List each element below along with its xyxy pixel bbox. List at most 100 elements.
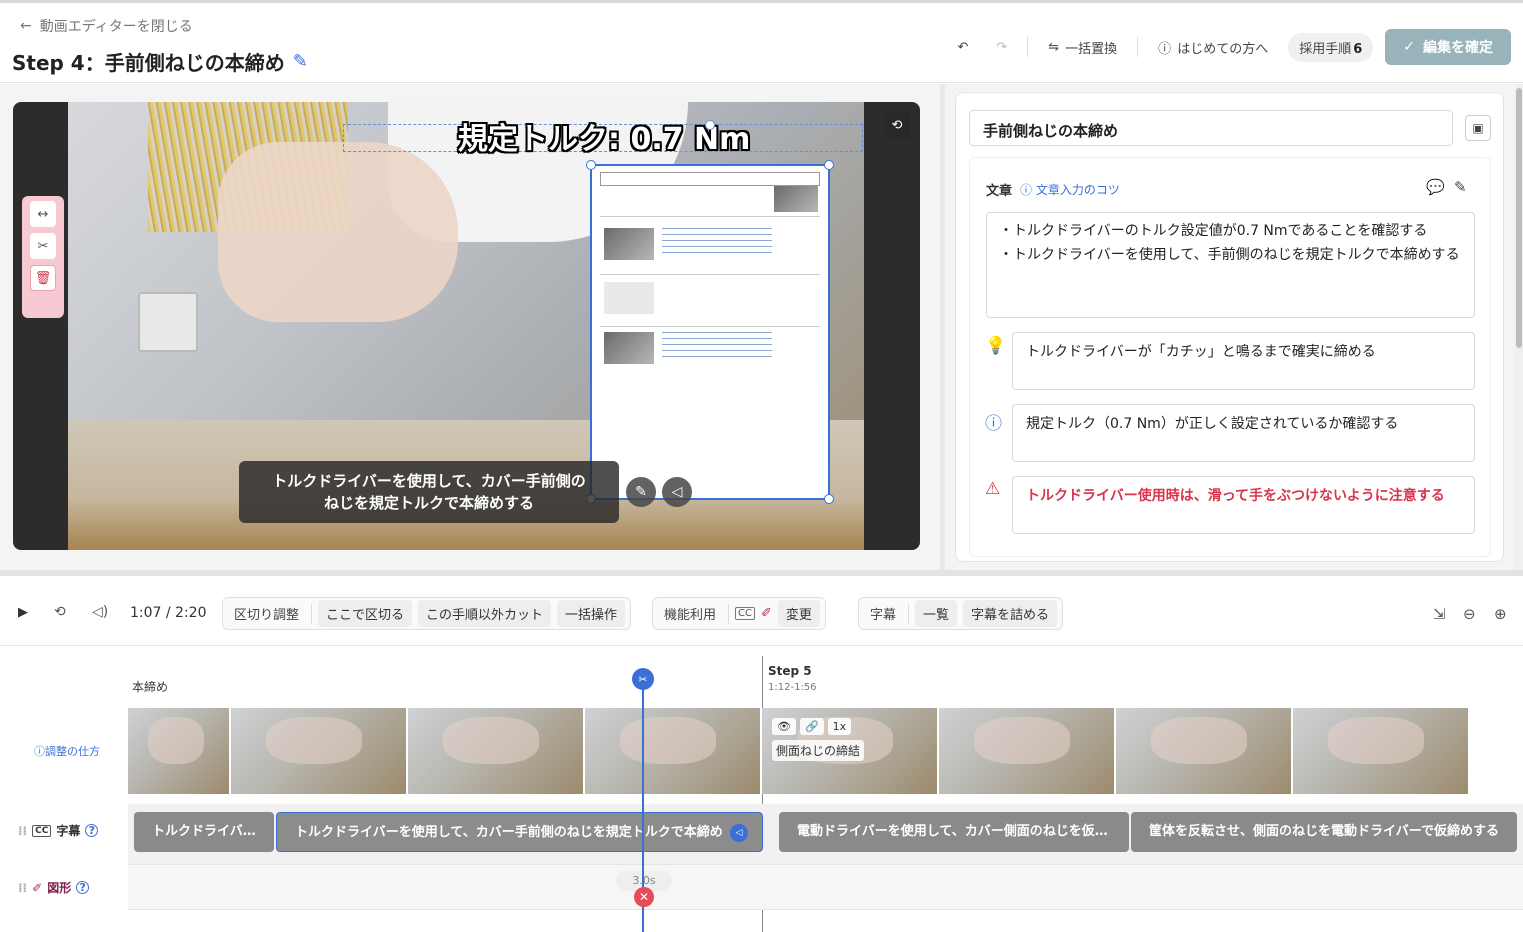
zoom-out-icon[interactable]: ⊖ (1463, 605, 1476, 623)
step-text-area[interactable]: ・トルクドライバーのトルク設定値が0.7 Nmであることを確認する ・トルクドラ… (986, 212, 1475, 318)
step-text-line: ・トルクドライバーを使用して、手前側のねじを規定トルクで本締めする (999, 247, 1460, 263)
arrow-left-icon: ← (20, 18, 32, 34)
visibility-icon[interactable]: 👁 (772, 718, 796, 735)
thumbnail-frame (585, 708, 760, 794)
resize-handle[interactable] (824, 160, 834, 170)
adopted-steps-label: 採用手順 (1299, 41, 1352, 57)
tip-note[interactable]: トルクドライバーが「カチッ」と鳴るまで確実に締める (1012, 332, 1475, 390)
split-here-button[interactable]: ここで区切る (318, 600, 413, 627)
delete-button[interactable]: 🗑 (30, 265, 56, 291)
caption-clip[interactable]: 筐体を反転させ、側面のねじを電動ドライバーで仮締めする (1131, 812, 1517, 852)
caption-clip[interactable]: 電動ドライバーを使用して、カバー側面のねじを仮… (779, 812, 1129, 852)
edit-title-icon[interactable]: ✎ (293, 51, 308, 72)
group-separator (311, 603, 313, 624)
image-button[interactable]: ▣ (1465, 115, 1491, 141)
help-button[interactable]: ⓘ はじめての方へ (1150, 34, 1276, 61)
adopted-steps-chip[interactable]: 採用手順 6 (1288, 32, 1374, 62)
cut-others-button[interactable]: この手順以外カット (418, 600, 552, 627)
remove-shape-button[interactable]: ✕ (634, 887, 654, 907)
edit-subtitle-button[interactable]: ✎ (626, 477, 656, 507)
caption-track-name: 字幕 (56, 824, 81, 838)
doc-rule (600, 216, 820, 217)
warning-note[interactable]: トルクドライバー使用時は、滑って手をぶつけないように注意する (1012, 476, 1475, 534)
speaker-icon[interactable]: ◁ (730, 824, 748, 842)
document-overlay[interactable] (586, 120, 834, 504)
scrollbar-thumb[interactable] (1516, 88, 1522, 348)
video-preview[interactable]: 規定トルク: 0.7 Nm トルクドライバーを使用して、カバー手前側の ねじを規… (13, 102, 920, 550)
edit-icon[interactable]: ✎ (1454, 178, 1467, 196)
subtitle-audio-button[interactable]: ◁ (662, 477, 692, 507)
change-button[interactable]: 変更 (777, 600, 820, 627)
caption-clip-selected[interactable]: トルクドライバーを使用して、カバー手前側のねじを規定トルクで本締め ◁ (276, 812, 763, 852)
thumbnail-frame (408, 708, 583, 794)
drag-handle-icon[interactable]: ⁞⁞ (18, 881, 27, 895)
step-text-line: ・トルクドライバーのトルク設定値が0.7 Nmであることを確認する (999, 223, 1428, 239)
redo-button[interactable]: ↷ (988, 36, 1015, 59)
step-detail-panel: 手前側ねじの本締め ▣ 文章 ⓘ 文章入力のコツ 💬 ✎ ・トルクドライバーのト… (955, 92, 1504, 562)
doc-thumbnail (604, 332, 654, 364)
doc-header (600, 172, 820, 186)
compact-captions-button[interactable]: 字幕を詰める (963, 600, 1058, 627)
help-label: はじめての方へ (1177, 41, 1269, 57)
playhead-cut-button[interactable]: ✂ (632, 668, 654, 690)
comment-icon[interactable]: 💬 (1426, 178, 1445, 196)
next-step-title: Step 5 (768, 664, 812, 678)
panel-scrollbar[interactable] (1515, 84, 1523, 570)
help-icon[interactable]: ? (85, 824, 99, 837)
cc-icon[interactable]: CC (735, 607, 755, 620)
fit-width-button[interactable]: ↔ (30, 201, 56, 227)
split-group-label: 区切り調整 (234, 608, 300, 623)
link-icon[interactable]: 🔗 (799, 718, 824, 735)
question-icon: ⓘ (34, 745, 45, 758)
text-tip-link[interactable]: ⓘ 文章入力のコツ (1020, 181, 1120, 198)
cut-button[interactable]: ✂ (30, 233, 56, 259)
undo-button[interactable]: ↶ (949, 36, 976, 59)
resize-handle[interactable] (586, 160, 596, 170)
lightbulb-icon: 💡 (985, 336, 1007, 356)
fit-timeline-icon[interactable]: ⇲ (1433, 605, 1446, 623)
close-editor-link[interactable]: ← 動画エディターを閉じる (20, 16, 193, 36)
info-note[interactable]: 規定トルク（0.7 Nm）が正しく設定されているか確認する (1012, 404, 1475, 462)
scissors-icon: ✂ (638, 672, 648, 686)
thumbnail-frame (1293, 708, 1468, 794)
help-icon[interactable]: ? (76, 881, 90, 894)
page-title: Step 4：手前側ねじの本締め ✎ (12, 47, 308, 76)
doc-lines (662, 228, 772, 256)
zoom-in-icon[interactable]: ⊕ (1494, 605, 1507, 623)
caption-list-button[interactable]: 一覧 (915, 600, 958, 627)
step-name-input[interactable]: 手前側ねじの本締め (969, 110, 1453, 146)
adjust-help-link[interactable]: ⓘ調整の仕方 (34, 743, 100, 759)
pane-divider[interactable] (940, 84, 945, 570)
subtitle-line: ねじを規定トルクで本締めする (323, 494, 534, 512)
caption-clip[interactable]: トルクドライバ… (134, 812, 274, 852)
resize-handle[interactable] (824, 494, 834, 504)
volume-icon[interactable]: ◁) (92, 604, 108, 620)
subtitle-overlay[interactable]: トルクドライバーを使用して、カバー手前側の ねじを規定トルクで本締めする (239, 461, 619, 523)
bulk-replace-button[interactable]: ⇋ 一括置換 (1040, 34, 1125, 61)
shape-icon[interactable]: ✐ (761, 606, 772, 621)
time-display: 1:07 / 2:20 (130, 605, 207, 621)
adjust-help-label: 調整の仕方 (45, 745, 100, 758)
shape-track-icon: ✐ (32, 880, 43, 895)
doc-rule (600, 274, 820, 275)
image-icon: ▣ (1472, 121, 1484, 135)
drag-handle-icon[interactable]: ⁞⁞ (18, 824, 27, 838)
rotate-handle[interactable] (705, 120, 715, 130)
editor-main: 規定トルク: 0.7 Nm トルクドライバーを使用して、カバー手前側の ねじを規… (0, 84, 1523, 570)
shape-track[interactable] (128, 864, 1523, 910)
speed-badge[interactable]: 1x (827, 718, 852, 735)
bulk-ops-button[interactable]: 一括操作 (557, 600, 626, 627)
confirm-edit-button[interactable]: ✓ 編集を確定 (1385, 29, 1511, 65)
question-icon: ⓘ (1158, 41, 1172, 57)
redo-icon: ↷ (996, 39, 1008, 55)
prev-step-label: 本締め (128, 676, 173, 697)
timeline-controls: ▶ ⟲ ◁) 1:07 / 2:20 区切り調整 ここで区切る この手順以外カッ… (0, 576, 1523, 646)
shape-track-label: ⁞⁞ ✐ 図形 ? (18, 879, 90, 896)
split-group: 区切り調整 ここで区切る この手順以外カット 一括操作 (222, 597, 632, 630)
warning-icon: ⚠ (985, 479, 1001, 499)
next-step-label: 側面ねじの締結 (772, 740, 865, 761)
step-clip-controls: 👁 🔗 1x (772, 718, 852, 735)
loop-icon[interactable]: ⟲ (54, 604, 66, 620)
rotate-video-button[interactable]: ⟲ (884, 112, 910, 138)
play-icon[interactable]: ▶ (18, 605, 28, 620)
